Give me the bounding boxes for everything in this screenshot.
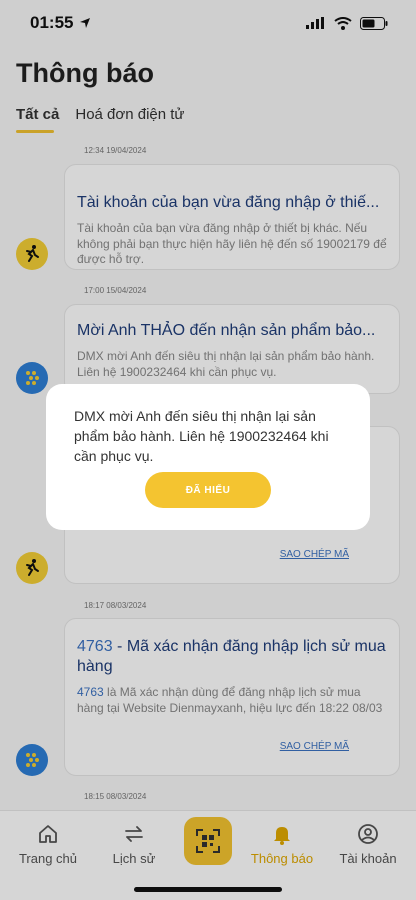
acknowledge-button[interactable]: ĐÃ HIỂU [145,472,271,508]
dialog-message: DMX mời Anh đến siêu thị nhận lại sản ph… [74,408,329,464]
notification-dialog: DMX mời Anh đến siêu thị nhận lại sản ph… [46,384,370,530]
